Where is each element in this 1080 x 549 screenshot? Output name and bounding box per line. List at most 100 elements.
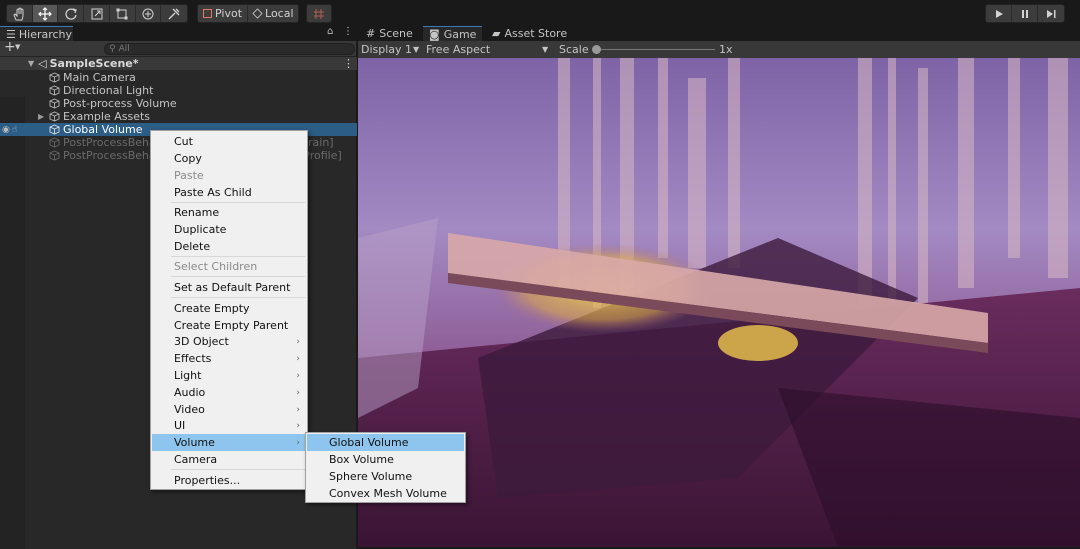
search-input[interactable]: ⚲ All xyxy=(104,43,355,55)
hierarchy-item-label: Directional Light xyxy=(63,84,154,97)
menu-separator xyxy=(171,256,305,257)
volume-submenu: Global Volume Box Volume Sphere Volume C… xyxy=(305,432,466,503)
hierarchy-item-label: Example Assets xyxy=(63,110,151,123)
chevron-down-icon[interactable]: ▼ xyxy=(413,45,419,54)
display-dropdown[interactable]: Display 1 xyxy=(361,43,412,56)
chevron-right-icon: › xyxy=(296,353,300,364)
menu-item-paste-as-child[interactable]: Paste As Child xyxy=(152,184,306,201)
game-render-image xyxy=(358,58,1080,547)
hierarchy-tabbar: ☰ Hierarchy ⌂ ⋮ xyxy=(0,26,356,41)
menu-item-set-default-parent[interactable]: Set as Default Parent xyxy=(152,279,306,296)
menu-item-ui[interactable]: UI › xyxy=(152,417,306,434)
scene-row[interactable]: ▼ ◁ SampleScene* ⋮ xyxy=(0,57,357,70)
tab-game[interactable]: ◙ Game xyxy=(423,26,483,41)
hierarchy-item-label: PostProcessBehav xyxy=(63,136,163,149)
local-toggle[interactable]: Local xyxy=(248,5,298,22)
pivot-toggle[interactable]: Pivot xyxy=(198,5,249,22)
gamepad-icon: ◙ xyxy=(429,27,440,41)
menu-item-create-empty[interactable]: Create Empty xyxy=(152,300,306,317)
add-icon[interactable]: + xyxy=(4,39,16,55)
menu-item-copy[interactable]: Copy xyxy=(152,150,306,167)
pick-icon: ☝ xyxy=(11,124,18,135)
game-tabbar: # Scene ◙ Game ▰ Asset Store xyxy=(358,26,1080,41)
menu-item-light[interactable]: Light › xyxy=(152,367,306,384)
hierarchy-item[interactable]: Post-process Volume xyxy=(0,97,357,110)
search-placeholder: All xyxy=(118,44,130,54)
chevron-right-icon: › xyxy=(296,336,300,347)
submenu-item-box-volume[interactable]: Box Volume xyxy=(307,451,464,468)
menu-item-effects[interactable]: Effects › xyxy=(152,350,306,367)
hierarchy-item[interactable]: ▶ Example Assets xyxy=(0,110,357,123)
scene-grid-icon: # xyxy=(366,27,376,40)
chevron-down-icon[interactable]: ▼ xyxy=(542,45,548,54)
menu-item-duplicate[interactable]: Duplicate xyxy=(152,221,306,238)
submenu-item-sphere-volume[interactable]: Sphere Volume xyxy=(307,468,464,485)
hand-tool-icon[interactable] xyxy=(7,5,33,22)
hierarchy-item-label: Global Volume xyxy=(63,123,143,136)
game-viewport[interactable] xyxy=(358,58,1080,547)
hierarchy-item[interactable]: Main Camera xyxy=(0,71,357,84)
unity-scene-icon: ◁ xyxy=(38,57,47,70)
submenu-item-convex-mesh-volume[interactable]: Convex Mesh Volume xyxy=(307,485,464,502)
menu-item-create-empty-parent[interactable]: Create Empty Parent xyxy=(152,317,306,334)
scale-slider[interactable] xyxy=(595,49,715,50)
chevron-right-icon[interactable]: ▶ xyxy=(38,112,49,121)
scale-tool-icon[interactable] xyxy=(84,5,110,22)
play-icon[interactable] xyxy=(986,5,1012,22)
menu-item-rename[interactable]: Rename xyxy=(152,204,306,221)
menu-item-cut[interactable]: Cut xyxy=(152,133,306,150)
hierarchy-item[interactable]: Directional Light xyxy=(0,84,357,97)
menu-item-audio[interactable]: Audio › xyxy=(152,384,306,401)
chevron-right-icon: › xyxy=(296,404,300,415)
gameobject-icon xyxy=(49,85,60,96)
menu-item-delete[interactable]: Delete xyxy=(152,238,306,255)
menu-item-label: Effects xyxy=(174,352,212,365)
menu-item-label: Volume xyxy=(174,436,215,449)
step-icon[interactable] xyxy=(1038,5,1064,22)
menu-item-properties[interactable]: Properties... xyxy=(152,472,306,489)
transform-tools xyxy=(6,4,188,23)
hierarchy-item-suffix: rain] xyxy=(308,136,334,149)
menu-item-label: Audio xyxy=(174,386,206,399)
chevron-down-icon[interactable]: ▼ xyxy=(15,43,20,51)
aspect-dropdown[interactable]: Free Aspect xyxy=(426,43,490,56)
gameobject-icon xyxy=(49,137,60,148)
rotate-tool-icon[interactable] xyxy=(58,5,85,22)
tab-asset-store[interactable]: ▰ Asset Store xyxy=(486,26,573,41)
move-tool-icon[interactable] xyxy=(32,5,59,22)
transform-tool-icon[interactable] xyxy=(136,5,162,22)
shopping-bag-icon: ▰ xyxy=(492,27,501,40)
tab-scene[interactable]: # Scene xyxy=(360,26,419,41)
rect-tool-icon[interactable] xyxy=(110,5,136,22)
grid-snap-icon[interactable] xyxy=(307,5,331,22)
menu-item-video[interactable]: Video › xyxy=(152,401,306,418)
pause-icon[interactable] xyxy=(1012,5,1038,22)
custom-tool-icon[interactable] xyxy=(161,5,187,22)
menu-item-3d-object[interactable]: 3D Object › xyxy=(152,333,306,350)
submenu-item-global-volume[interactable]: Global Volume xyxy=(307,434,464,451)
scale-slider-handle[interactable] xyxy=(592,45,601,54)
scale-value: 1x xyxy=(719,43,733,56)
menu-item-volume[interactable]: Volume › xyxy=(152,434,306,451)
scale-label: Scale xyxy=(559,43,589,56)
kebab-menu-icon[interactable]: ⋮ xyxy=(343,26,353,37)
gameobject-icon xyxy=(49,111,60,122)
context-menu: Cut Copy Paste Paste As Child Rename Dup… xyxy=(150,130,308,490)
playmode-controls xyxy=(985,4,1065,23)
lock-icon[interactable]: ⌂ xyxy=(327,26,333,37)
menu-item-label: Light xyxy=(174,369,202,382)
menu-item-camera[interactable]: Camera xyxy=(152,451,306,468)
kebab-menu-icon[interactable]: ⋮ xyxy=(343,57,354,70)
visibility-toggle[interactable]: ◉ ☝ xyxy=(0,123,26,136)
chevron-right-icon: › xyxy=(296,370,300,381)
menu-separator xyxy=(171,469,305,470)
main-toolbar: Pivot Local xyxy=(0,0,1080,26)
visibility-strip xyxy=(0,97,25,549)
hierarchy-toolbar: + ▼ ⚲ All xyxy=(0,39,356,57)
pivot-icon xyxy=(203,9,212,18)
scene-name: SampleScene* xyxy=(49,57,139,70)
tab-game-label: Game xyxy=(443,27,477,41)
menu-item-label: UI xyxy=(174,419,186,432)
gameobject-icon xyxy=(49,98,60,109)
chevron-down-icon[interactable]: ▼ xyxy=(28,59,34,68)
